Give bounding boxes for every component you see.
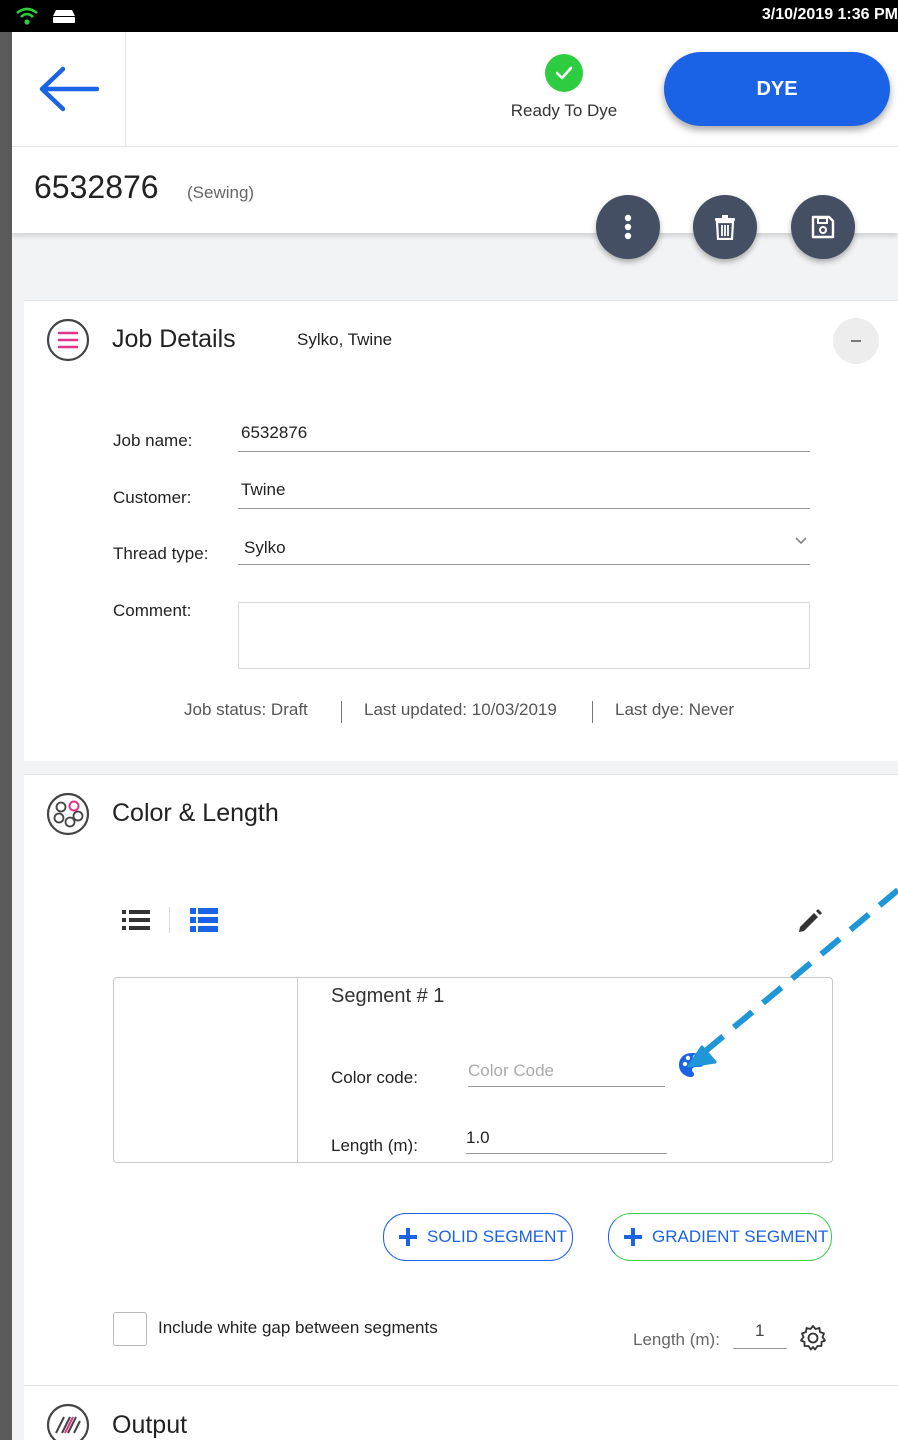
view-divider (169, 907, 170, 933)
job-details-summary: Sylko, Twine (297, 330, 393, 349)
comment-label: Comment: (113, 601, 192, 620)
white-gap-label: Include white gap between segments (158, 1318, 438, 1337)
thread-type-select[interactable]: Sylko (238, 537, 810, 565)
wifi-icon (16, 7, 38, 25)
gear-icon[interactable] (799, 1324, 827, 1352)
back-arrow-icon (39, 66, 99, 112)
back-button[interactable] (12, 32, 126, 146)
chevron-down-icon (795, 537, 807, 545)
gap-length-value: 1 (755, 1321, 765, 1340)
ready-status: Ready To Dye (494, 54, 634, 121)
delete-button[interactable] (693, 195, 757, 259)
status-bar: 3/10/2019 1:36 PM (0, 0, 898, 32)
add-gradient-segment-button[interactable]: GRADIENT SEGMENT (608, 1213, 832, 1261)
segment-preview (114, 978, 297, 1162)
color-code-input[interactable]: Color Code (468, 1061, 665, 1087)
job-type: (Sewing) (187, 183, 255, 202)
add-solid-segment-button[interactable]: SOLID SEGMENT (383, 1213, 573, 1261)
job-details-card: Job Details Sylko, Twine Job name: 65328… (24, 300, 898, 761)
job-name-input[interactable]: 6532876 (238, 423, 810, 452)
left-edge-bar (0, 0, 12, 1440)
dye-button[interactable]: DYE (664, 52, 890, 126)
save-button[interactable] (791, 195, 855, 259)
top-bar: Ready To Dye DYE (12, 32, 898, 147)
job-number: 6532876 (34, 169, 159, 205)
palette-icon[interactable] (678, 1052, 706, 1078)
gap-length-label: Length (m): (633, 1330, 720, 1349)
app-window: Ready To Dye DYE 6532876 (Sewing) Job De… (12, 32, 898, 1440)
job-details-title: Job Details (112, 325, 236, 353)
gradient-segment-label: GRADIENT SEGMENT (652, 1227, 829, 1246)
output-circle-icon (46, 1403, 90, 1440)
output-card: Output (24, 1385, 898, 1440)
edit-pencil-icon[interactable] (796, 907, 824, 935)
length-input[interactable]: 1.0 (466, 1128, 667, 1154)
color-length-title: Color & Length (112, 799, 279, 827)
trash-icon (715, 215, 735, 240)
plus-icon (624, 1228, 642, 1246)
customer-value: Twine (241, 480, 286, 499)
divider (592, 701, 593, 723)
segment-divider (297, 978, 298, 1162)
collapse-button[interactable] (833, 318, 879, 364)
job-status: Job status: Draft (184, 700, 308, 719)
ready-label: Ready To Dye (510, 101, 618, 120)
more-options-button[interactable] (596, 195, 660, 259)
comment-textarea[interactable] (238, 602, 810, 669)
storage-icon (53, 10, 75, 23)
color-code-placeholder: Color Code (468, 1061, 554, 1080)
output-title: Output (112, 1411, 188, 1439)
color-code-label: Color code: (331, 1068, 418, 1087)
plus-icon (399, 1228, 417, 1246)
save-icon (811, 215, 835, 239)
thread-type-value: Sylko (244, 538, 286, 557)
white-gap-checkbox[interactable] (113, 1312, 147, 1346)
more-vert-icon (624, 214, 632, 240)
menu-circle-icon (46, 318, 90, 362)
length-label: Length (m): (331, 1136, 418, 1155)
color-length-card: Color & Length Segment # 1 Color code: C… (24, 774, 898, 1385)
last-dye: Last dye: Never (615, 700, 735, 719)
list-view-icon[interactable] (122, 909, 150, 931)
segment-title: Segment # 1 (331, 985, 445, 1007)
job-name-label: Job name: (113, 431, 193, 450)
length-value: 1.0 (466, 1128, 490, 1147)
palette-circle-icon (46, 792, 90, 836)
thread-type-label: Thread type: (113, 544, 209, 563)
customer-input[interactable]: Twine (238, 480, 810, 509)
detail-view-icon[interactable] (190, 908, 218, 932)
gap-length-input[interactable]: 1 (733, 1321, 787, 1349)
last-updated: Last updated: 10/03/2019 (364, 700, 557, 719)
ready-check-icon (545, 54, 583, 92)
divider (341, 701, 342, 723)
solid-segment-label: SOLID SEGMENT (427, 1227, 567, 1246)
segment-card: Segment # 1 Color code: Color Code Lengt… (113, 977, 833, 1163)
status-time: 3/10/2019 1:36 PM (761, 6, 898, 23)
customer-label: Customer: (113, 488, 192, 507)
job-name-value: 6532876 (241, 423, 308, 442)
job-header: 6532876 (Sewing) (12, 147, 898, 233)
